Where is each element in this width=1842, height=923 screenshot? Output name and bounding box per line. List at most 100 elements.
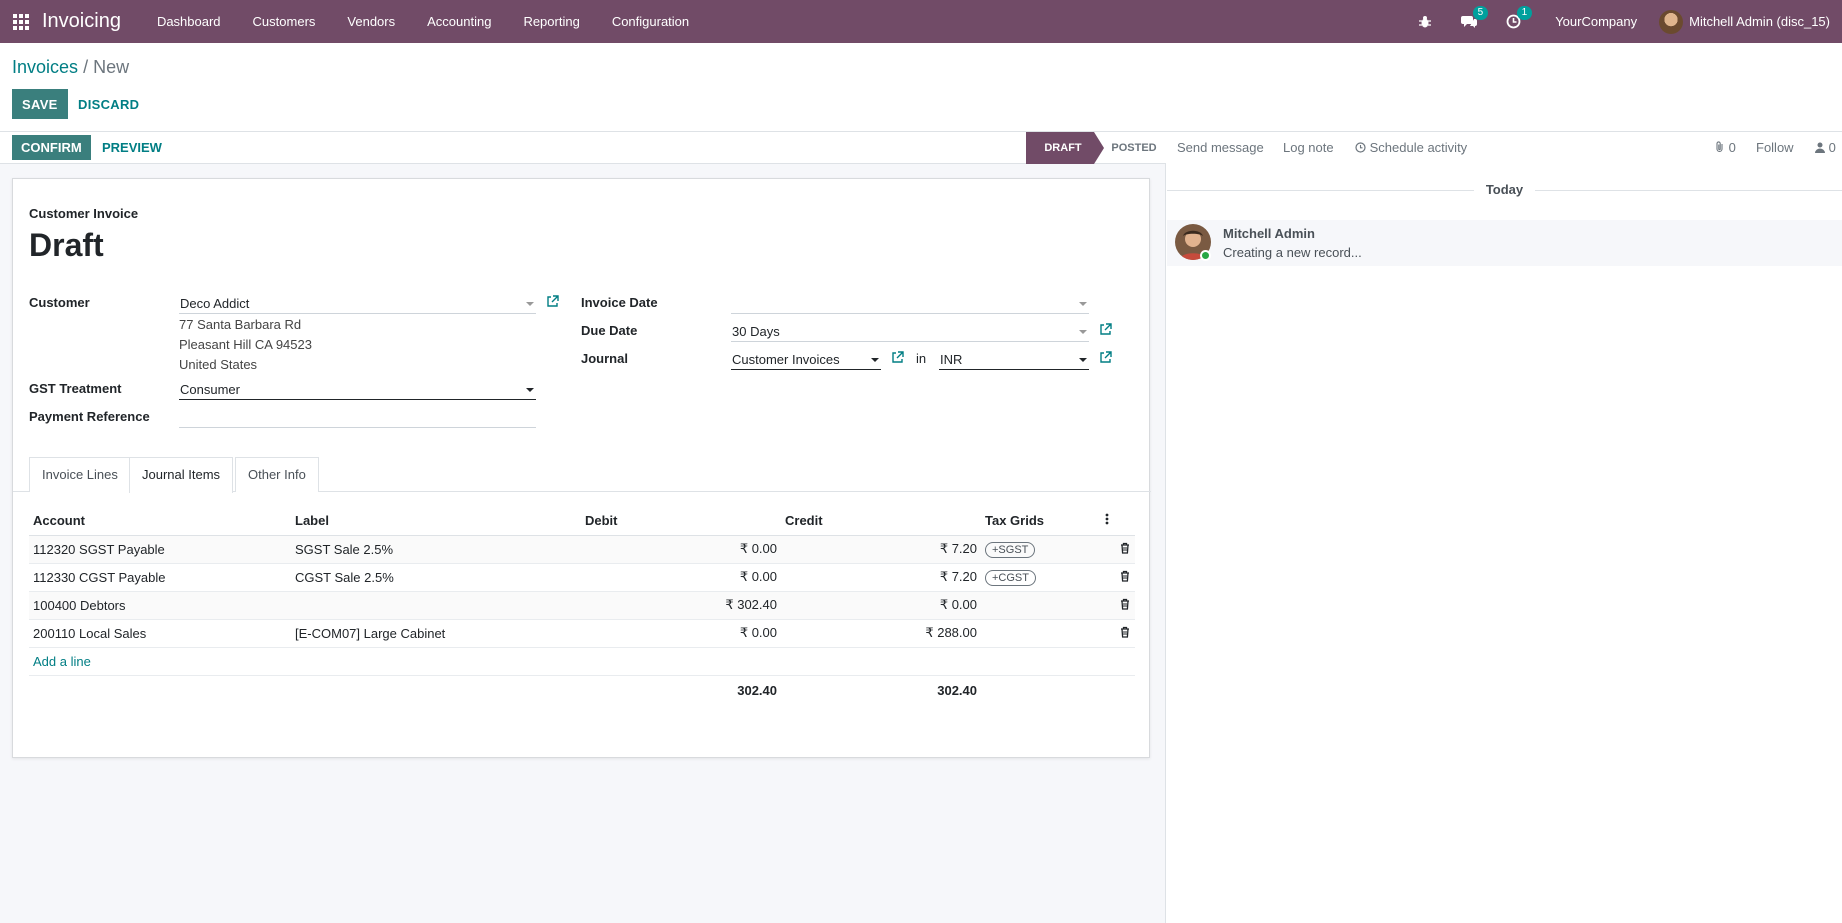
kebab-menu-icon xyxy=(1105,513,1109,525)
activities-count-badge: 1 xyxy=(1516,5,1533,20)
tab-other-info[interactable]: Other Info xyxy=(235,457,319,492)
cell-account[interactable]: 200110 Local Sales xyxy=(29,619,291,648)
trash-icon[interactable] xyxy=(1119,570,1131,582)
address-country: United States xyxy=(179,357,258,372)
customer-external-link-icon[interactable] xyxy=(546,295,559,308)
messages-icon[interactable]: 5 xyxy=(1459,5,1489,32)
message-author[interactable]: Mitchell Admin xyxy=(1223,226,1315,241)
cell-delete[interactable] xyxy=(1101,535,1135,564)
gst-treatment-label: GST Treatment xyxy=(29,381,122,396)
table-row[interactable]: 100400 Debtors ₹ 302.40 ₹ 0.00 xyxy=(29,591,1135,620)
followers-button[interactable]: 0 xyxy=(1815,140,1836,155)
cell-debit[interactable]: ₹ 0.00 xyxy=(581,619,781,648)
cell-delete[interactable] xyxy=(1101,591,1135,620)
add-line-row: Add a line xyxy=(29,647,1135,676)
totals-empty-account xyxy=(29,674,291,705)
invoice-date-input[interactable] xyxy=(731,294,1089,314)
activities-clock-icon[interactable]: 1 xyxy=(1503,5,1533,32)
cell-debit[interactable]: ₹ 0.00 xyxy=(581,535,781,564)
date-separator: Today xyxy=(1167,182,1842,198)
chatter-message: Mitchell Admin Creating a new record... xyxy=(1167,220,1842,266)
trash-icon[interactable] xyxy=(1119,542,1131,554)
tab-journal-items[interactable]: Journal Items xyxy=(129,457,234,493)
apps-menu-icon[interactable] xyxy=(12,13,30,31)
cell-label[interactable] xyxy=(291,591,581,620)
user-avatar xyxy=(1659,9,1684,34)
notebook-tabs: Invoice Lines Journal Items Other Info xyxy=(13,457,1151,493)
log-note-button[interactable]: Log note xyxy=(1283,140,1334,155)
payment-reference-input[interactable] xyxy=(179,408,536,428)
form-statusbar: CONFIRM PREVIEW DRAFT POSTED xyxy=(0,132,1166,164)
tab-invoice-lines[interactable]: Invoice Lines xyxy=(29,457,131,492)
messages-count-badge: 5 xyxy=(1472,5,1489,20)
cell-debit[interactable]: ₹ 0.00 xyxy=(581,563,781,592)
customer-field[interactable]: Deco Addict xyxy=(179,294,536,314)
totals-empty-tax xyxy=(981,674,1101,705)
cell-label[interactable]: SGST Sale 2.5% xyxy=(291,535,581,564)
app-brand[interactable]: Invoicing xyxy=(42,10,121,33)
cell-tax-grids[interactable]: +SGST xyxy=(981,535,1101,564)
menu-accounting[interactable]: Accounting xyxy=(411,0,507,43)
cell-credit[interactable]: ₹ 7.20 xyxy=(781,535,981,564)
invoice-date-caret xyxy=(1079,302,1087,306)
preview-button[interactable]: PREVIEW xyxy=(96,135,168,160)
journal-items-table: Account Label Debit Credit Tax Grids 112… xyxy=(29,507,1135,705)
menu-reporting[interactable]: Reporting xyxy=(507,0,595,43)
cell-delete[interactable] xyxy=(1101,563,1135,592)
send-message-button[interactable]: Send message xyxy=(1177,140,1264,155)
due-date-external-link-icon[interactable] xyxy=(1099,323,1112,336)
cell-account[interactable]: 112330 CGST Payable xyxy=(29,563,291,592)
menu-vendors[interactable]: Vendors xyxy=(331,0,411,43)
currency-external-link-icon[interactable] xyxy=(1099,351,1112,364)
journal-external-link-icon[interactable] xyxy=(891,351,904,364)
message-body: Creating a new record... xyxy=(1223,245,1362,260)
optional-columns-toggle[interactable] xyxy=(1101,507,1135,536)
status-posted[interactable]: POSTED xyxy=(1104,132,1164,164)
user-menu[interactable]: Mitchell Admin (disc_15) xyxy=(1659,9,1830,34)
cell-account[interactable]: 100400 Debtors xyxy=(29,591,291,620)
trash-icon[interactable] xyxy=(1119,626,1131,638)
table-row[interactable]: 200110 Local Sales [E-COM07] Large Cabin… xyxy=(29,619,1135,648)
menu-configuration[interactable]: Configuration xyxy=(596,0,705,43)
menu-dashboard[interactable]: Dashboard xyxy=(141,0,237,43)
user-name: Mitchell Admin (disc_15) xyxy=(1689,14,1830,29)
attachments-button[interactable]: 0 xyxy=(1715,140,1736,155)
column-credit[interactable]: Credit xyxy=(781,507,981,536)
currency-select[interactable]: INR xyxy=(939,350,1089,370)
chatter-topbar: Send message Log note Schedule activity … xyxy=(1167,132,1842,164)
column-tax-grids[interactable]: Tax Grids xyxy=(981,507,1101,536)
cell-label[interactable]: [E-COM07] Large Cabinet xyxy=(291,619,581,648)
company-switcher[interactable]: YourCompany xyxy=(1555,14,1637,29)
column-account[interactable]: Account xyxy=(29,507,291,536)
save-button[interactable]: SAVE xyxy=(12,89,68,119)
table-row[interactable]: 112330 CGST Payable CGST Sale 2.5% ₹ 0.0… xyxy=(29,563,1135,592)
column-label[interactable]: Label xyxy=(291,507,581,536)
trash-icon[interactable] xyxy=(1119,598,1131,610)
cell-credit[interactable]: ₹ 7.20 xyxy=(781,563,981,592)
menu-customers[interactable]: Customers xyxy=(237,0,332,43)
gst-treatment-select[interactable]: Consumer xyxy=(179,380,536,400)
journal-select[interactable]: Customer Invoices xyxy=(731,350,881,370)
cell-label[interactable]: CGST Sale 2.5% xyxy=(291,563,581,592)
follow-button[interactable]: Follow xyxy=(1756,140,1794,155)
add-line-link[interactable]: Add a line xyxy=(33,654,91,669)
column-debit[interactable]: Debit xyxy=(581,507,781,536)
cell-tax-grids[interactable]: +CGST xyxy=(981,563,1101,592)
document-type: Customer Invoice xyxy=(29,206,139,221)
payment-terms-field[interactable]: 30 Days xyxy=(731,322,1089,342)
cell-credit[interactable]: ₹ 288.00 xyxy=(781,619,981,648)
table-row[interactable]: 112320 SGST Payable SGST Sale 2.5% ₹ 0.0… xyxy=(29,535,1135,564)
debug-bug-icon[interactable] xyxy=(1415,12,1435,32)
total-credit: 302.40 xyxy=(781,674,981,705)
cell-delete[interactable] xyxy=(1101,619,1135,648)
discard-button[interactable]: DISCARD xyxy=(72,89,145,119)
invoice-date-label: Invoice Date xyxy=(581,295,658,310)
cell-credit[interactable]: ₹ 0.00 xyxy=(781,591,981,620)
cell-tax-grids[interactable] xyxy=(981,591,1101,620)
schedule-activity-button[interactable]: Schedule activity xyxy=(1355,140,1467,155)
cell-tax-grids[interactable] xyxy=(981,619,1101,648)
cell-debit[interactable]: ₹ 302.40 xyxy=(581,591,781,620)
cell-account[interactable]: 112320 SGST Payable xyxy=(29,535,291,564)
breadcrumb-invoices[interactable]: Invoices xyxy=(12,57,78,77)
confirm-button[interactable]: CONFIRM xyxy=(12,135,91,160)
